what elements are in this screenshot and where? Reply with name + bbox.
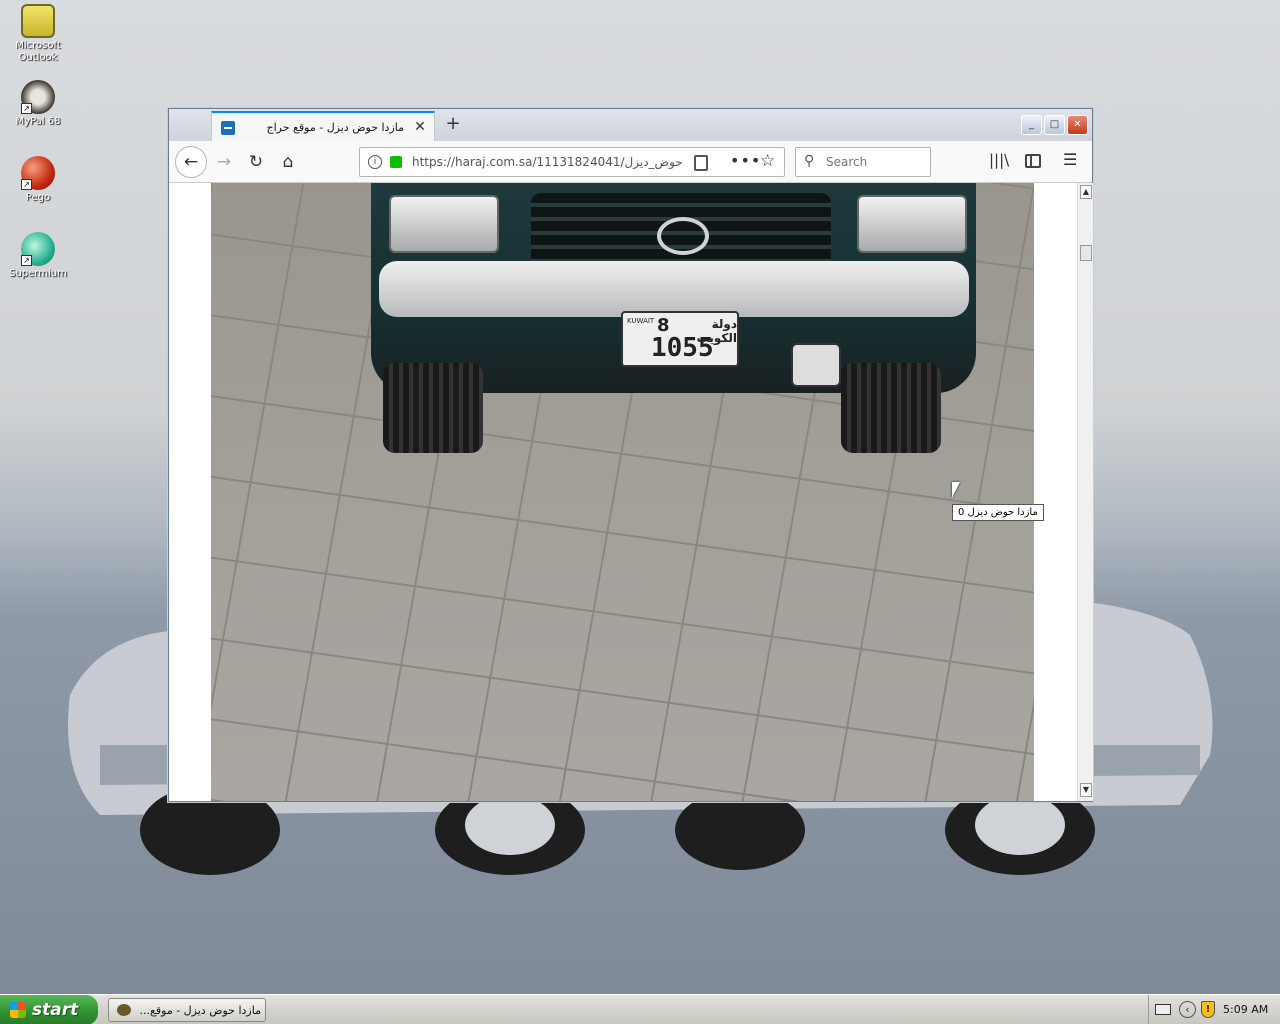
license-plate: KUWAIT 8 دولة الكويت 1055 (621, 311, 739, 367)
tire-left (383, 363, 483, 453)
desktop-icon-pego[interactable]: ↗ Pego (0, 156, 76, 204)
shortcut-arrow-icon: ↗ (21, 179, 32, 190)
taskbar-item-label: مازدا حوض ديزل - موقع... (139, 1004, 261, 1017)
taskbar-item-browser[interactable]: مازدا حوض ديزل - موقع... (108, 998, 266, 1022)
plate-country-code: KUWAIT (627, 317, 655, 325)
bookmark-star-icon[interactable]: ☆ (760, 151, 775, 171)
search-icon: ⚲ (804, 153, 815, 169)
shortcut-arrow-icon: ↗ (21, 103, 32, 114)
start-button[interactable]: start (0, 995, 98, 1024)
reload-button[interactable]: ↻ (241, 147, 271, 177)
desktop-icon-label: Pego (25, 192, 51, 203)
mypal-app-icon (117, 1004, 131, 1016)
tray-expand-chevron-icon[interactable]: ‹ (1179, 1001, 1196, 1018)
url-bar[interactable]: i https://haraj.com.sa/11131824041/مازدا… (359, 147, 785, 177)
haraj-favicon-icon (221, 121, 235, 135)
clock[interactable]: 5:09 AM (1223, 1003, 1268, 1016)
truck-bumper (379, 261, 969, 317)
desktop-icon-label: MyPal 68 (15, 116, 61, 127)
menu-hamburger-icon[interactable]: ☰ (1063, 150, 1077, 169)
search-input[interactable]: ⚲ Search (795, 147, 931, 177)
desktop-icon-label: Supermium (9, 268, 67, 279)
sidebar-toggle-icon[interactable] (1025, 154, 1041, 168)
desktop-icon-outlook[interactable]: Microsoft Outlook (0, 4, 76, 64)
outlook-icon (21, 4, 55, 38)
shortcut-arrow-icon: ↗ (21, 255, 32, 266)
image-tooltip: مازدا حوض ديزل 0 (952, 504, 1044, 521)
desktop-icon-mypal[interactable]: ↗ MyPal 68 (0, 80, 76, 128)
page-actions-icon[interactable]: ••• (730, 151, 761, 170)
plate-number: 1055 (651, 333, 714, 363)
tab-title: مازدا حوض ديزل - موقع حراج (266, 121, 404, 134)
scroll-thumb[interactable] (1080, 245, 1092, 261)
close-window-button[interactable]: ✕ (1067, 115, 1088, 135)
tab-close-icon[interactable]: ✕ (412, 119, 428, 135)
desktop-icon-label: Microsoft Outlook (15, 40, 61, 63)
mypal-raccoon-icon: ↗ (21, 80, 55, 114)
windows-logo-icon (10, 1002, 26, 1018)
library-icon[interactable]: |||\ (989, 151, 1009, 169)
page-content: KUWAIT 8 دولة الكويت 1055 (169, 183, 1077, 801)
mouse-cursor-icon (952, 482, 960, 498)
supermium-icon: ↗ (21, 232, 55, 266)
scroll-up-icon[interactable]: ▲ (1080, 185, 1092, 199)
lock-icon (390, 156, 402, 168)
headlight-right (857, 195, 967, 253)
start-label: start (32, 1000, 79, 1020)
new-tab-button[interactable]: + (441, 115, 465, 135)
tab-active[interactable]: مازدا حوض ديزل - موقع حراج ✕ (211, 111, 435, 141)
scroll-down-icon[interactable]: ▼ (1080, 783, 1092, 797)
fog-light (791, 343, 841, 387)
pego-ball-icon: ↗ (21, 156, 55, 190)
minimize-button[interactable]: _ (1021, 115, 1042, 135)
maximize-button[interactable]: □ (1044, 115, 1065, 135)
home-button[interactable]: ⌂ (273, 147, 303, 177)
system-tray: ‹ ! 5:09 AM (1148, 995, 1280, 1024)
vertical-scrollbar[interactable]: ▲ ▼ (1077, 183, 1093, 801)
forward-button[interactable]: → (209, 147, 239, 177)
taskbar: start مازدا حوض ديزل - موقع... ‹ ! 5:09 … (0, 994, 1280, 1024)
headlight-left (389, 195, 499, 253)
site-info-icon[interactable]: i (368, 155, 382, 169)
listing-photo[interactable]: KUWAIT 8 دولة الكويت 1055 (211, 183, 1034, 801)
keyboard-icon[interactable] (1155, 1004, 1171, 1015)
navigation-toolbar: ← → ↻ ⌂ i https://haraj.com.sa/111318240… (169, 141, 1092, 183)
back-button[interactable]: ← (175, 146, 207, 178)
reader-view-icon[interactable] (694, 155, 708, 171)
tab-bar: مازدا حوض ديزل - موقع حراج ✕ + _ □ ✕ (169, 109, 1092, 141)
security-shield-icon[interactable]: ! (1201, 1001, 1215, 1018)
mazda-logo-icon (657, 217, 709, 255)
desktop-icon-supermium[interactable]: ↗ Supermium (0, 232, 76, 280)
tire-right (841, 363, 941, 453)
url-text[interactable]: https://haraj.com.sa/11131824041/مازدا_ح… (412, 155, 682, 169)
search-placeholder: Search (826, 155, 868, 169)
browser-window: مازدا حوض ديزل - موقع حراج ✕ + _ □ ✕ ← →… (168, 108, 1093, 802)
